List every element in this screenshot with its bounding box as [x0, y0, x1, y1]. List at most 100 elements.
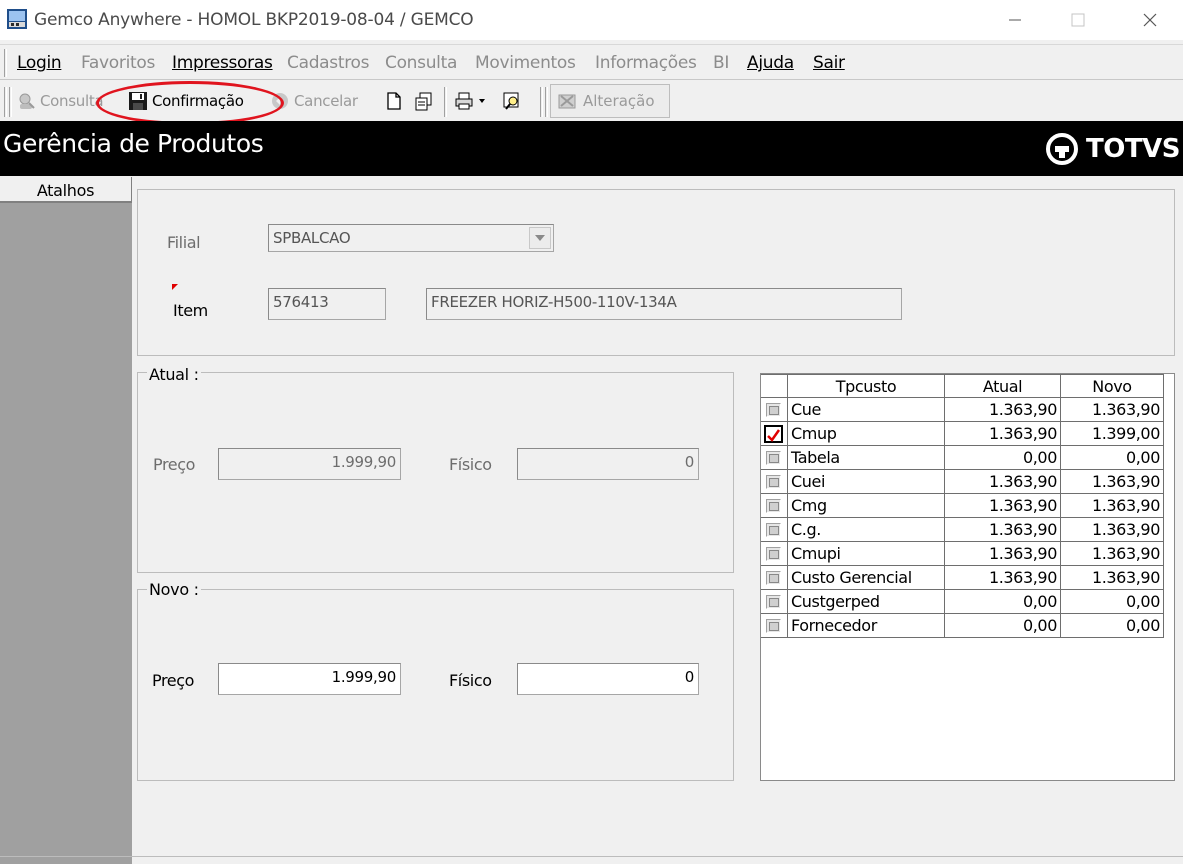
- table-row[interactable]: Cuei 1.363,90 1.363,90: [761, 470, 1165, 494]
- menu-ajuda[interactable]: Ajuda: [747, 53, 794, 73]
- menu-impressoras[interactable]: Impressoras: [172, 53, 273, 73]
- cell-tpcusto[interactable]: C.g.: [788, 518, 945, 542]
- cell-tpcusto[interactable]: Cmupi: [788, 542, 945, 566]
- cell-novo[interactable]: 0,00: [1061, 614, 1164, 638]
- cancelar-button[interactable]: Cancelar: [270, 87, 358, 115]
- maximize-button[interactable]: [1058, 6, 1098, 34]
- row-checkbox-cell[interactable]: [761, 470, 788, 494]
- table-row[interactable]: Tabela 0,00 0,00: [761, 446, 1165, 470]
- menu-grip[interactable]: [4, 49, 7, 77]
- item-description-field[interactable]: FREEZER HORIZ-H500-110V-134A: [426, 288, 902, 320]
- menu-consulta[interactable]: Consulta: [385, 53, 457, 73]
- table-row[interactable]: Cue 1.363,90 1.363,90: [761, 398, 1165, 422]
- cell-tpcusto[interactable]: Fornecedor: [788, 614, 945, 638]
- cell-atual[interactable]: 1.363,90: [945, 494, 1061, 518]
- cell-atual[interactable]: 1.363,90: [945, 566, 1061, 590]
- row-checkbox[interactable]: [766, 571, 781, 585]
- cell-atual[interactable]: 0,00: [945, 590, 1061, 614]
- cell-novo[interactable]: 0,00: [1061, 590, 1164, 614]
- toolbar-grip[interactable]: [4, 87, 7, 117]
- cell-novo[interactable]: 1.399,00: [1061, 422, 1164, 446]
- cell-novo[interactable]: 1.363,90: [1061, 518, 1164, 542]
- menu-movimentos[interactable]: Movimentos: [475, 53, 576, 73]
- novo-preco-field[interactable]: 1.999,90: [218, 663, 401, 695]
- cell-tpcusto[interactable]: Cue: [788, 398, 945, 422]
- row-checkbox[interactable]: [766, 523, 781, 537]
- maximize-icon: [1071, 13, 1085, 27]
- grid-header-tpcusto[interactable]: Tpcusto: [788, 374, 945, 398]
- row-checkbox-cell[interactable]: [761, 494, 788, 518]
- copy-document-button[interactable]: [414, 87, 438, 115]
- row-checkbox-cell[interactable]: [761, 422, 788, 446]
- menu-cadastros[interactable]: Cadastros: [287, 53, 370, 73]
- row-checkbox[interactable]: [766, 475, 781, 489]
- minimize-button[interactable]: [995, 6, 1035, 34]
- cell-tpcusto[interactable]: Cmup: [788, 422, 945, 446]
- cell-tpcusto[interactable]: Custgerped: [788, 590, 945, 614]
- menu-sair-label: Sair: [813, 53, 845, 73]
- consulta-button[interactable]: Consulta: [16, 87, 104, 115]
- menu-informacoes[interactable]: Informações: [595, 53, 697, 73]
- menu-sair[interactable]: Sair: [813, 53, 845, 73]
- table-row[interactable]: Custgerped 0,00 0,00: [761, 590, 1165, 614]
- table-row[interactable]: Custo Gerencial 1.363,90 1.363,90: [761, 566, 1165, 590]
- menu-login[interactable]: Login: [17, 53, 62, 73]
- row-checkbox[interactable]: [766, 547, 781, 561]
- row-checkbox[interactable]: [766, 499, 781, 513]
- table-row[interactable]: Cmg 1.363,90 1.363,90: [761, 494, 1165, 518]
- row-checkbox-cell[interactable]: [761, 614, 788, 638]
- cell-tpcusto[interactable]: Cuei: [788, 470, 945, 494]
- cost-type-grid[interactable]: Tpcusto Atual Novo Cue 1.363,90 1.363,90 Cm…: [760, 373, 1175, 781]
- cell-atual[interactable]: 1.363,90: [945, 398, 1061, 422]
- cell-atual[interactable]: 0,00: [945, 446, 1061, 470]
- row-checkbox-cell[interactable]: [761, 566, 788, 590]
- cell-novo[interactable]: 1.363,90: [1061, 494, 1164, 518]
- menu-favoritos[interactable]: Favoritos: [81, 53, 155, 73]
- item-code-field[interactable]: 576413: [268, 288, 386, 320]
- row-checkbox-cell[interactable]: [761, 398, 788, 422]
- cell-atual[interactable]: 1.363,90: [945, 422, 1061, 446]
- novo-fisico-field[interactable]: 0: [517, 663, 699, 695]
- row-checkbox-cell[interactable]: [761, 542, 788, 566]
- cell-tpcusto[interactable]: Tabela: [788, 446, 945, 470]
- checkbox-box: [769, 526, 779, 535]
- cell-tpcusto[interactable]: Cmg: [788, 494, 945, 518]
- row-checkbox-cell[interactable]: [761, 590, 788, 614]
- cell-atual[interactable]: 1.363,90: [945, 518, 1061, 542]
- filial-select[interactable]: SPBALCAO: [268, 224, 554, 252]
- cell-novo[interactable]: 1.363,90: [1061, 398, 1164, 422]
- confirmacao-label: Confirmação: [152, 92, 244, 110]
- row-checkbox[interactable]: [764, 425, 783, 443]
- filial-dropdown-button[interactable]: [529, 227, 551, 249]
- row-checkbox[interactable]: [766, 403, 781, 417]
- totvs-logo-icon: [1046, 133, 1078, 165]
- cell-atual[interactable]: 1.363,90: [945, 542, 1061, 566]
- filial-label: Filial: [167, 233, 201, 252]
- table-row[interactable]: Fornecedor 0,00 0,00: [761, 614, 1165, 638]
- cell-tpcusto[interactable]: Custo Gerencial: [788, 566, 945, 590]
- cell-novo[interactable]: 0,00: [1061, 446, 1164, 470]
- table-row[interactable]: Cmup 1.363,90 1.399,00: [761, 422, 1165, 446]
- menu-bi[interactable]: BI: [713, 53, 729, 73]
- row-checkbox[interactable]: [766, 595, 781, 609]
- close-button[interactable]: [1130, 6, 1170, 34]
- row-checkbox[interactable]: [766, 619, 781, 633]
- grid-header-atual[interactable]: Atual: [945, 374, 1061, 398]
- cell-atual[interactable]: 0,00: [945, 614, 1061, 638]
- row-checkbox-cell[interactable]: [761, 518, 788, 542]
- confirmacao-button[interactable]: Confirmação: [128, 87, 244, 115]
- cell-novo[interactable]: 1.363,90: [1061, 470, 1164, 494]
- cell-novo[interactable]: 1.363,90: [1061, 566, 1164, 590]
- row-checkbox-cell[interactable]: [761, 446, 788, 470]
- cell-atual[interactable]: 1.363,90: [945, 470, 1061, 494]
- cell-novo[interactable]: 1.363,90: [1061, 542, 1164, 566]
- row-checkbox[interactable]: [766, 451, 781, 465]
- grid-header-novo[interactable]: Novo: [1061, 374, 1164, 398]
- print-button[interactable]: [454, 87, 486, 115]
- new-document-button[interactable]: [384, 87, 408, 115]
- atalhos-tab[interactable]: Atalhos: [0, 177, 132, 203]
- table-row[interactable]: Cmupi 1.363,90 1.363,90: [761, 542, 1165, 566]
- find-button[interactable]: [502, 87, 526, 115]
- table-row[interactable]: C.g. 1.363,90 1.363,90: [761, 518, 1165, 542]
- alteracao-button[interactable]: Alteração: [550, 84, 670, 118]
